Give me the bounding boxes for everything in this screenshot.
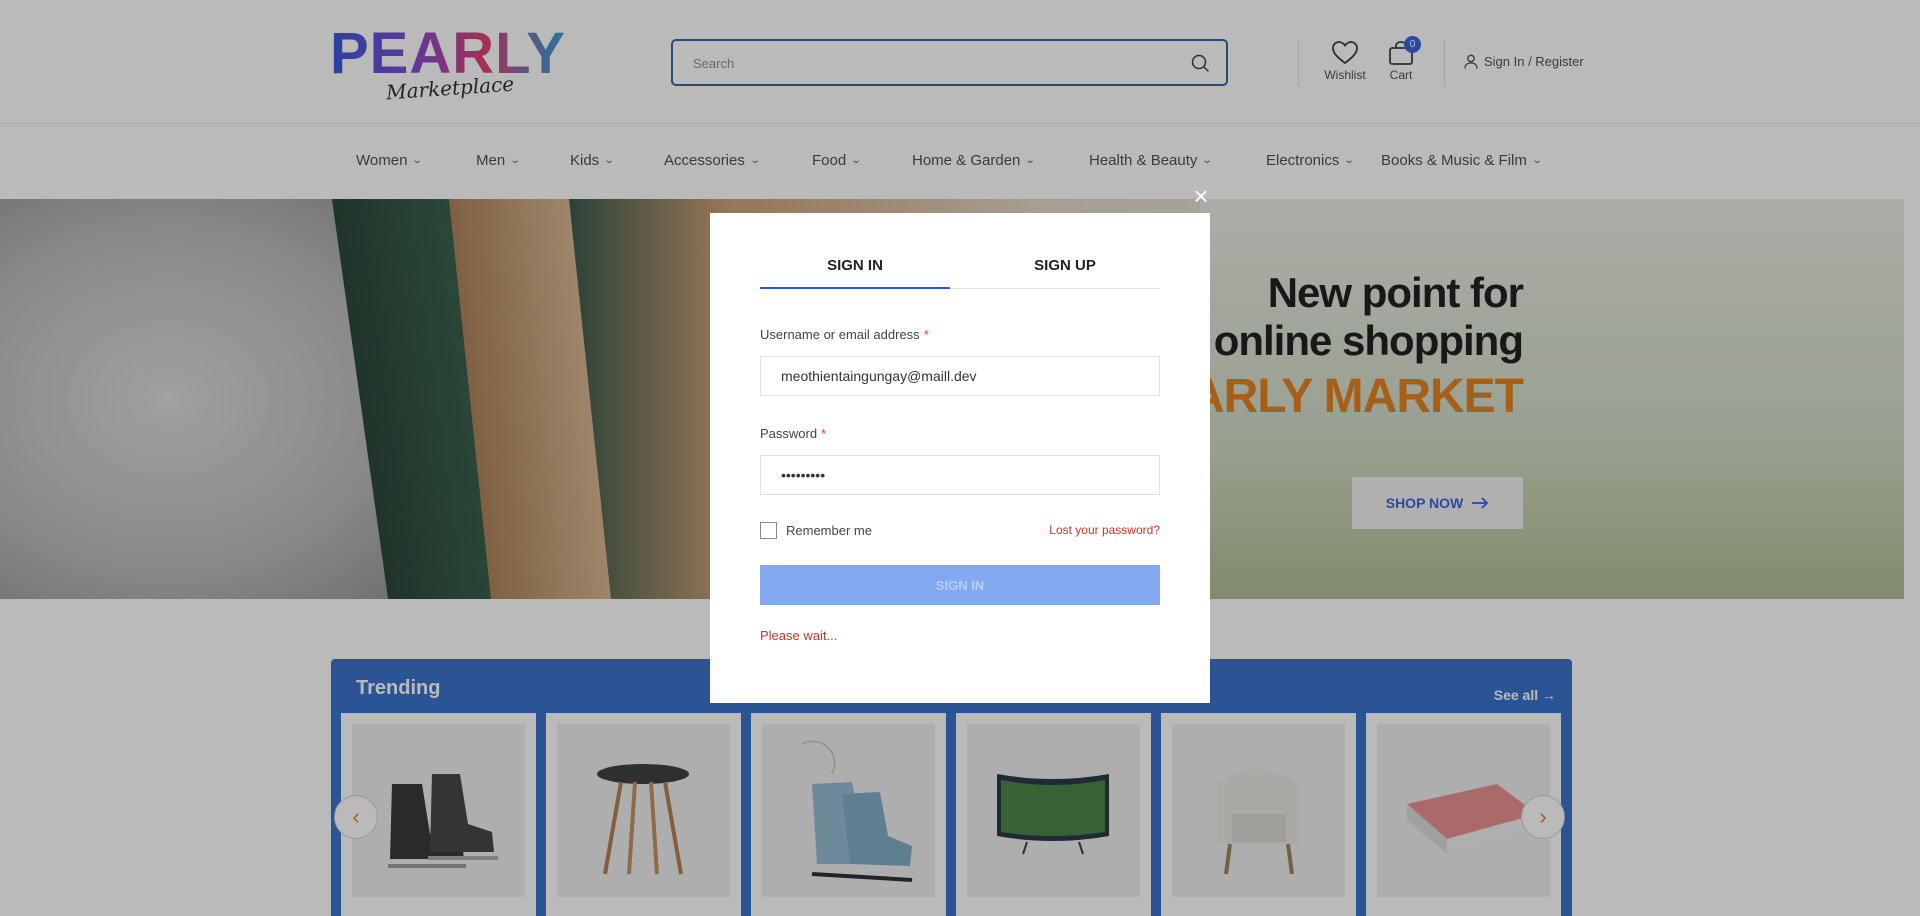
sign-in-submit-button[interactable]: SIGN IN: [760, 565, 1160, 605]
remember-me-label: Remember me: [786, 523, 872, 538]
username-label-text: Username or email address: [760, 327, 920, 342]
close-icon[interactable]: ×: [1190, 183, 1212, 209]
tab-sign-up[interactable]: SIGN UP: [970, 253, 1160, 289]
required-mark: *: [821, 426, 827, 441]
status-message: Please wait...: [760, 628, 838, 643]
password-field[interactable]: [760, 455, 1160, 495]
remember-me-checkbox[interactable]: [760, 522, 777, 539]
required-mark: *: [923, 327, 929, 342]
auth-modal: SIGN IN SIGN UP Username or email addres…: [710, 213, 1210, 703]
remember-me: Remember me: [760, 522, 872, 539]
password-label: Password *: [760, 426, 826, 441]
lost-password-link[interactable]: Lost your password?: [1049, 523, 1160, 537]
tab-sign-in[interactable]: SIGN IN: [760, 253, 950, 289]
auth-tabs: SIGN IN SIGN UP: [760, 253, 1160, 289]
password-label-text: Password: [760, 426, 818, 441]
username-field[interactable]: [760, 356, 1160, 396]
username-label: Username or email address *: [760, 327, 929, 342]
